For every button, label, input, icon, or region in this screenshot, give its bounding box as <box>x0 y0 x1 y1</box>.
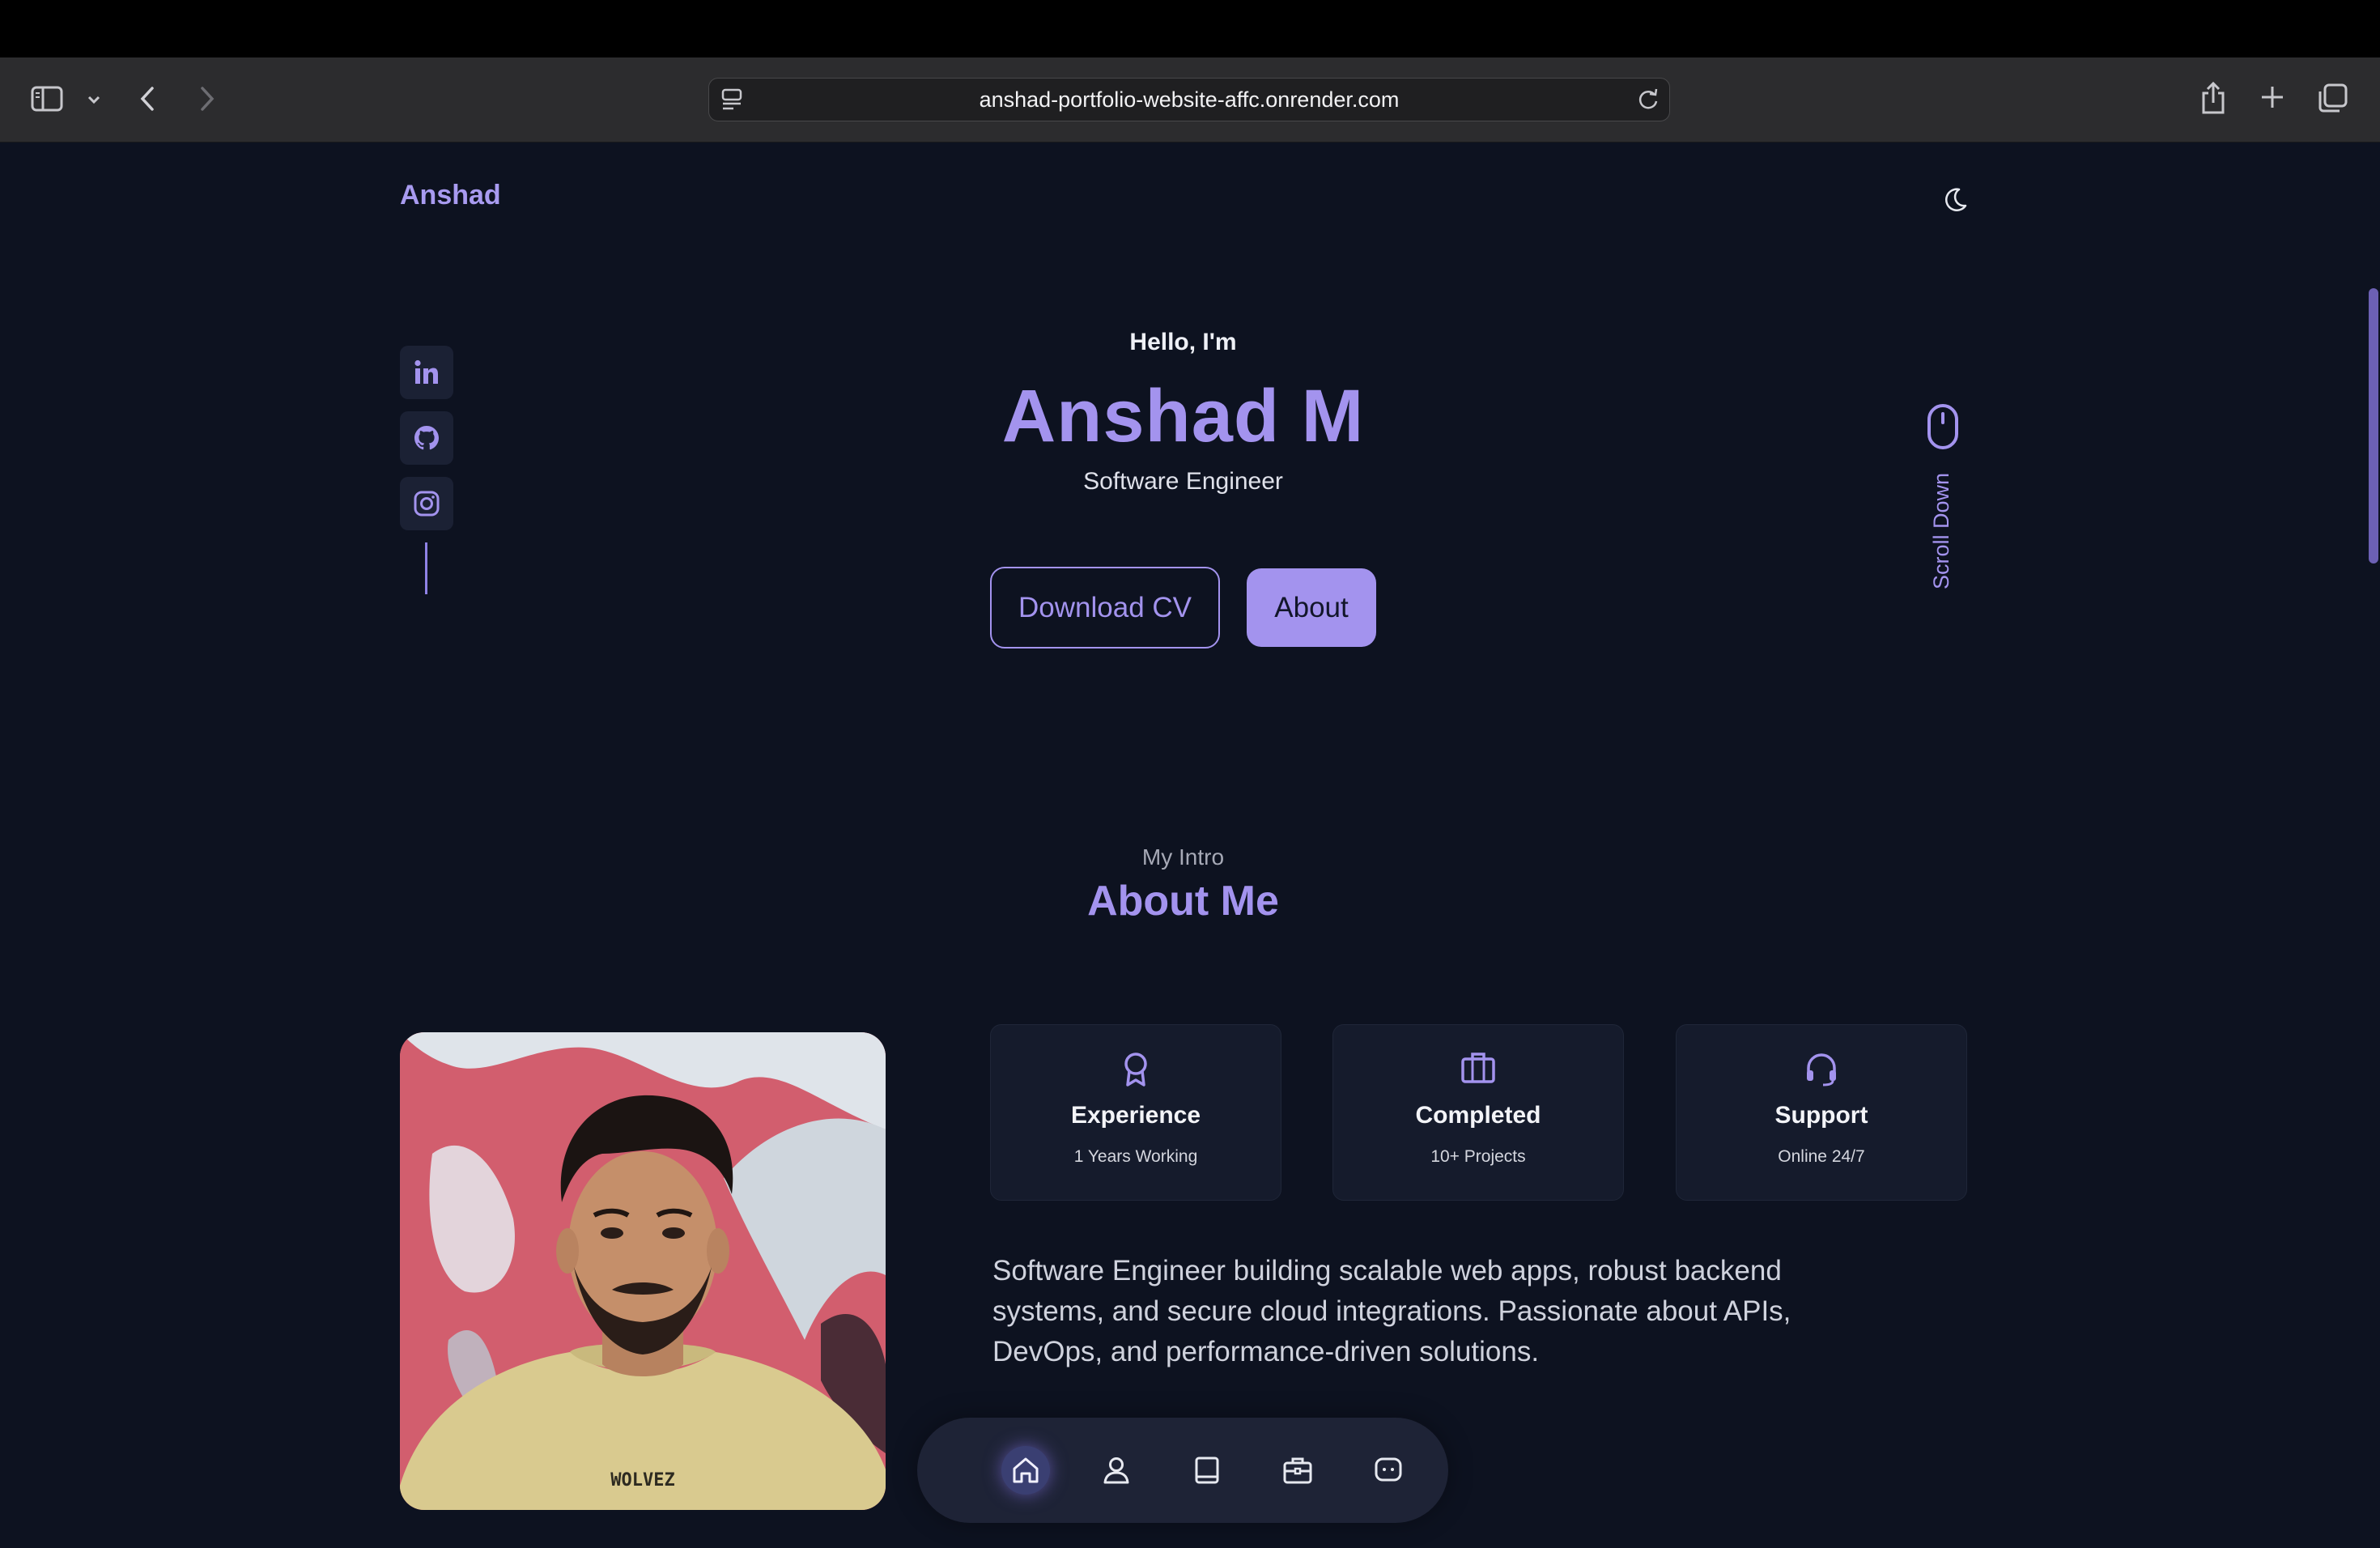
card-subtitle: 10+ Projects <box>1430 1147 1526 1166</box>
card-title: Support <box>1774 1102 1868 1129</box>
briefcase-icon[interactable] <box>1273 1446 1322 1495</box>
screen-top-bar <box>0 0 2380 57</box>
hero-greeting: Hello, I'm <box>1129 329 1237 355</box>
book-icon[interactable] <box>1183 1446 1231 1495</box>
linkedin-icon[interactable] <box>400 346 453 399</box>
card-subtitle: 1 Years Working <box>1073 1147 1198 1166</box>
tab-overview-icon[interactable] <box>2317 82 2349 114</box>
briefcase-icon <box>1333 1051 1623 1085</box>
award-icon <box>991 1051 1281 1088</box>
card-subtitle: Online 24/7 <box>1778 1147 1865 1166</box>
back-arrow-icon[interactable] <box>136 83 160 114</box>
reload-icon[interactable] <box>1635 87 1661 116</box>
new-tab-icon[interactable] <box>2259 83 2286 111</box>
card-title: Completed <box>1415 1102 1541 1129</box>
completed-card: Completed 10+ Projects <box>1332 1024 1624 1201</box>
social-divider-line <box>425 542 427 594</box>
download-cv-button[interactable]: Download CV <box>990 567 1220 649</box>
support-card: Support Online 24/7 <box>1676 1024 1967 1201</box>
experience-card: Experience 1 Years Working <box>990 1024 1281 1201</box>
chevron-down-icon[interactable] <box>84 90 104 109</box>
message-icon[interactable] <box>1364 1446 1413 1495</box>
scrollbar[interactable] <box>2364 142 2380 1548</box>
brand-logo[interactable]: Anshad <box>400 180 501 211</box>
moon-icon[interactable] <box>1940 185 1970 219</box>
card-title: Experience <box>1070 1102 1201 1129</box>
share-icon[interactable] <box>2199 80 2228 116</box>
instagram-icon[interactable] <box>400 477 453 530</box>
github-icon[interactable] <box>400 411 453 465</box>
about-description: Software Engineer building scalable web … <box>992 1255 1791 1367</box>
headset-icon <box>1677 1051 1966 1087</box>
section-title: About Me <box>1087 878 1279 925</box>
mouse-icon <box>1925 403 1961 453</box>
social-links <box>400 346 453 594</box>
home-icon[interactable] <box>1001 1446 1050 1495</box>
forward-arrow-icon[interactable] <box>194 83 219 114</box>
section-subtitle: My Intro <box>1141 844 1225 870</box>
hero-role: Software Engineer <box>1083 468 1283 495</box>
address-bar[interactable]: anshad-portfolio-website-affc.onrender.c… <box>708 78 1670 121</box>
sidebar-toggle-icon[interactable] <box>31 85 65 113</box>
about-button[interactable]: About <box>1247 568 1376 647</box>
user-icon[interactable] <box>1092 1446 1141 1495</box>
scrollbar-thumb[interactable] <box>2369 288 2378 563</box>
profile-photo: WOLVEZ <box>400 1032 886 1510</box>
scroll-down-label[interactable]: Scroll Down <box>1929 473 1954 589</box>
hero-name: Anshad M <box>1001 375 1365 457</box>
bottom-navigation <box>917 1418 1448 1523</box>
url-text[interactable]: anshad-portfolio-website-affc.onrender.c… <box>709 79 1669 121</box>
shirt-text: WOLVEZ <box>610 1470 674 1491</box>
